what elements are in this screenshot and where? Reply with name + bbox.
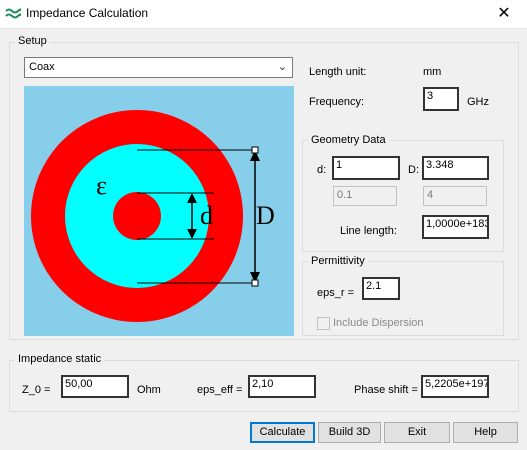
line-type-value: Coax	[29, 61, 55, 73]
d-label: d:	[317, 164, 327, 176]
impedance-group-label: Impedance static	[15, 353, 105, 365]
d-input[interactable]: 1	[332, 156, 400, 180]
frequency-unit: GHz	[467, 96, 489, 108]
D-secondary-field: 4	[423, 186, 487, 206]
outer-top-handle[interactable]	[251, 146, 259, 154]
frequency-input[interactable]: 3	[423, 87, 459, 111]
close-button[interactable]: ✕	[481, 0, 527, 28]
length-unit-value: mm	[423, 66, 442, 78]
line-type-select[interactable]: Coax ⌄	[24, 57, 293, 78]
length-unit-label: Length unit:	[309, 66, 367, 78]
inner-diameter-label: d	[200, 201, 213, 230]
eps-r-label: eps_r =	[317, 287, 354, 299]
build-3d-button[interactable]: Build 3D	[318, 422, 381, 443]
d-secondary-field: 0.1	[333, 186, 397, 206]
permittivity-group-label: Permittivity	[308, 255, 368, 267]
phase-shift-label: Phase shift =	[354, 384, 418, 396]
epsilon-label: ε	[96, 171, 107, 200]
exit-button[interactable]: Exit	[384, 422, 450, 443]
D-input[interactable]: 3.348	[422, 156, 489, 180]
z0-label: Z_0 =	[22, 384, 51, 396]
title-bar: Impedance Calculation ✕	[0, 0, 527, 29]
eps-r-input[interactable]: 2.1	[362, 277, 400, 300]
line-length-label: Line length:	[340, 225, 397, 237]
z0-unit: Ohm	[137, 384, 161, 396]
coax-diagram: ε d D	[24, 86, 294, 336]
setup-group-label: Setup	[15, 35, 50, 47]
calculate-button[interactable]: Calculate	[250, 422, 315, 443]
dispersion-checkbox[interactable]	[317, 317, 330, 330]
dispersion-label: Include Dispersion	[333, 317, 424, 329]
window-title: Impedance Calculation	[26, 6, 149, 20]
help-button[interactable]: Help	[453, 422, 518, 443]
eps-eff-label: eps_eff =	[197, 384, 243, 396]
outer-bottom-handle[interactable]	[251, 279, 259, 287]
inner-conductor	[113, 192, 161, 240]
line-length-input[interactable]: 1,0000e+183	[422, 215, 489, 239]
D-label: D:	[408, 164, 419, 176]
phase-shift-output[interactable]: 5,2205e+197	[421, 375, 489, 398]
frequency-label: Frequency:	[309, 96, 365, 108]
z0-output[interactable]: 50,00	[61, 375, 129, 398]
outer-diameter-label: D	[256, 201, 275, 230]
app-wave-icon	[5, 6, 21, 22]
geometry-group-label: Geometry Data	[308, 134, 389, 146]
eps-eff-output[interactable]: 2,10	[248, 375, 316, 398]
chevron-down-icon: ⌄	[277, 61, 287, 73]
